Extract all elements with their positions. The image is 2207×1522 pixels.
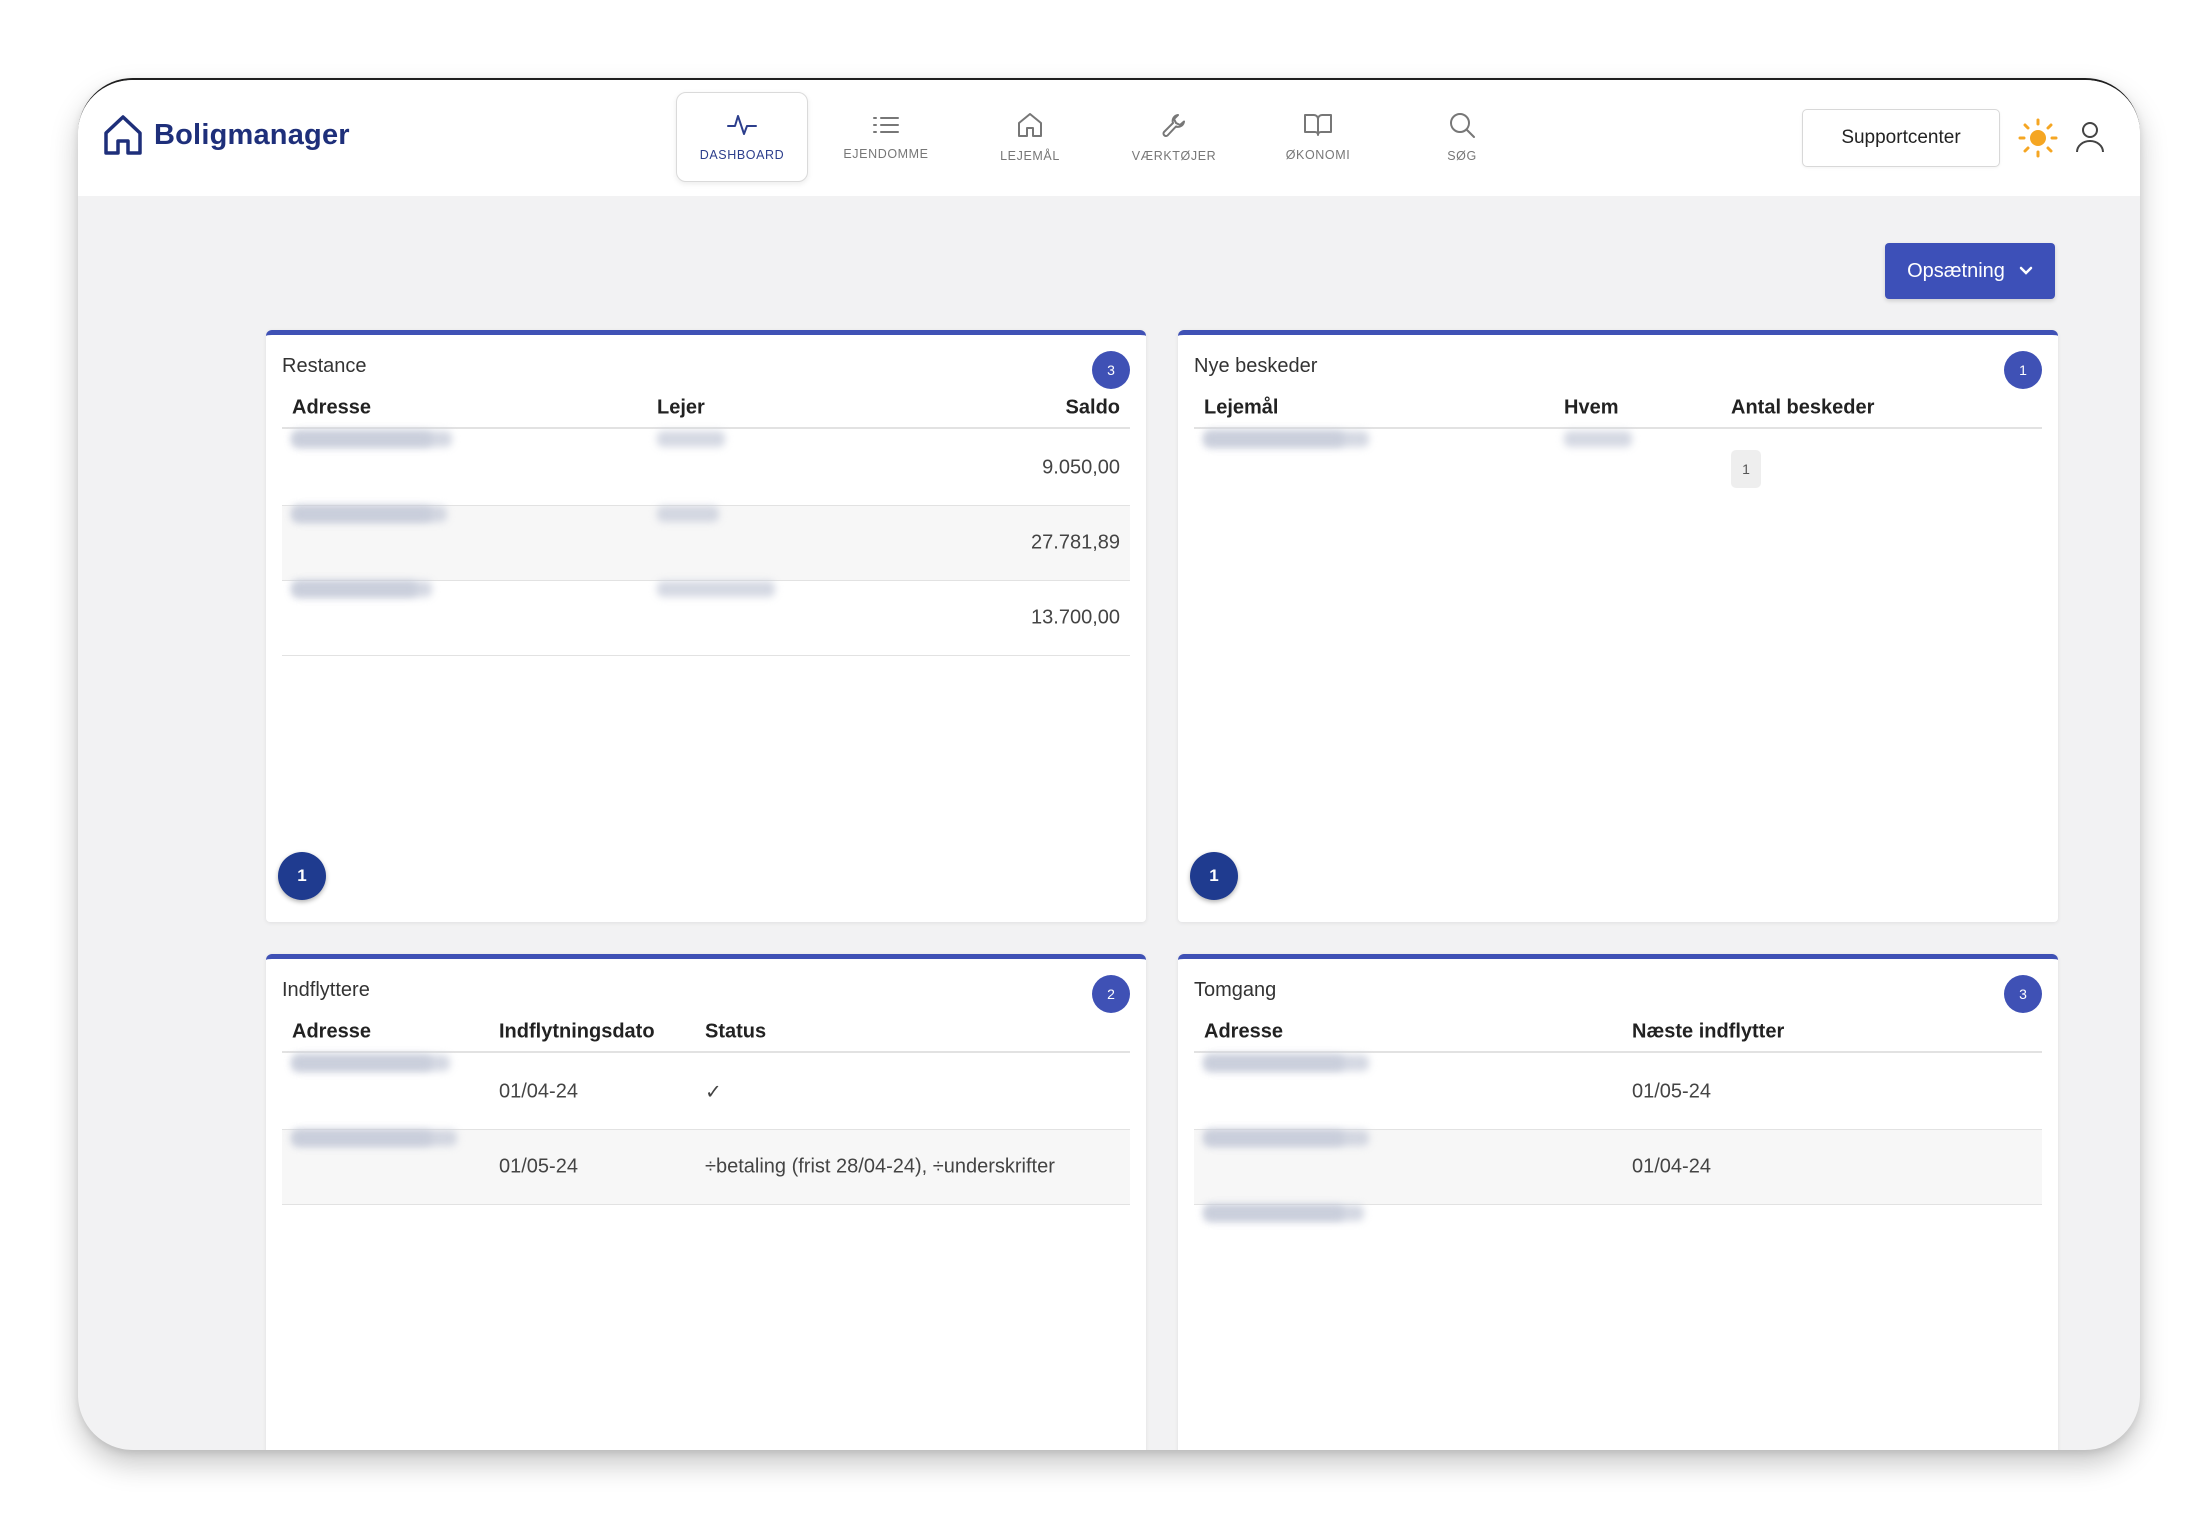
beskeder-table-header: Lejemål Hvem Antal beskeder — [1194, 389, 2042, 429]
restance-title: Restance — [282, 355, 367, 377]
blurred-address — [292, 431, 432, 447]
house-icon — [1018, 113, 1042, 137]
app-window: Boligmanager DASHBOARD EJENDOMME LEJEMÅL… — [78, 78, 2140, 1450]
saldo-value: 9.050,00 — [1042, 456, 1120, 479]
search-icon — [1450, 113, 1475, 138]
brand-logo[interactable]: Boligmanager — [102, 110, 350, 160]
tomgang-count-badge: 3 — [2004, 975, 2042, 1013]
nye-beskeder-count-badge: 1 — [2004, 351, 2042, 389]
table-row[interactable]: 1 — [1194, 431, 2042, 506]
nav-soeg[interactable]: SØG — [1396, 92, 1528, 182]
col-lejer: Lejer — [657, 396, 705, 419]
nye-beskeder-title: Nye beskeder — [1194, 355, 1318, 377]
nav-oekonomi-label: ØKONOMI — [1285, 148, 1351, 162]
blurred-address — [292, 581, 432, 597]
table-row[interactable] — [1194, 1205, 2042, 1280]
message-count-chip: 1 — [1731, 449, 1761, 488]
pagination-page-button[interactable]: 1 — [278, 852, 326, 900]
table-row[interactable]: 13.700,00 — [282, 581, 1130, 656]
blurred-address — [292, 506, 432, 522]
tomgang-card: Tomgang 3 Adresse Næste indflytter 01/05… — [1178, 954, 2058, 1450]
tomgang-table-header: Adresse Næste indflytter — [1194, 1013, 2042, 1053]
nav-lejemaal-label: LEJEMÅL — [1000, 149, 1060, 163]
col-hvem: Hvem — [1564, 396, 1619, 419]
saldo-value: 27.781,89 — [1031, 531, 1120, 554]
list-icon — [873, 117, 899, 133]
table-row[interactable]: 01/04-24 ✓ — [282, 1055, 1130, 1130]
status-text: ÷betaling (frist 28/04-24), ÷underskrift… — [705, 1155, 1055, 1178]
opsaetning-dropdown-button[interactable]: Opsætning — [1885, 243, 2055, 299]
col-adresse: Adresse — [292, 396, 371, 419]
nav-oekonomi[interactable]: ØKONOMI — [1252, 92, 1384, 182]
saldo-value: 13.700,00 — [1031, 606, 1120, 629]
brand-name: Boligmanager — [154, 118, 350, 151]
indflytningsdato-value: 01/04-24 — [499, 1080, 578, 1103]
blurred-address — [1204, 1130, 1344, 1146]
indflyttere-count-badge: 2 — [1092, 975, 1130, 1013]
restance-count-badge: 3 — [1092, 351, 1130, 389]
restance-card: Restance 3 Adresse Lejer Saldo 9.050,00 … — [266, 330, 1146, 922]
top-bar: Boligmanager DASHBOARD EJENDOMME LEJEMÅL… — [78, 80, 2140, 196]
col-adresse: Adresse — [292, 1020, 371, 1043]
nav-dashboard[interactable]: DASHBOARD — [676, 92, 808, 182]
nav-ejendomme-label: EJENDOMME — [843, 147, 929, 161]
table-row[interactable]: 27.781,89 — [282, 506, 1130, 581]
tomgang-title: Tomgang — [1194, 979, 1277, 1001]
indflyttere-card: Indflyttere 2 Adresse Indflytningsdato S… — [266, 954, 1146, 1450]
nav-soeg-label: SØG — [1447, 149, 1477, 163]
col-antal-beskeder: Antal beskeder — [1731, 396, 1875, 419]
indflytningsdato-value: 01/05-24 — [499, 1155, 578, 1178]
col-status: Status — [705, 1020, 767, 1043]
blurred-address — [292, 1055, 432, 1071]
user-icon[interactable] — [2074, 120, 2106, 154]
status-check-icon: ✓ — [705, 1081, 722, 1104]
col-adresse: Adresse — [1204, 1020, 1283, 1043]
blurred-address — [1204, 1055, 1344, 1071]
blurred-tenant — [657, 581, 775, 597]
wrench-icon — [1162, 114, 1185, 137]
nav-vaerktoejer[interactable]: VÆRKTØJER — [1108, 92, 1240, 182]
restance-table-header: Adresse Lejer Saldo — [282, 389, 1130, 429]
book-icon — [1304, 114, 1332, 136]
sun-icon[interactable] — [2018, 118, 2058, 158]
indflyttere-table-header: Adresse Indflytningsdato Status — [282, 1013, 1130, 1053]
supportcenter-button[interactable]: Supportcenter — [1802, 109, 2000, 167]
naeste-indflytter-value: 01/05-24 — [1632, 1080, 1711, 1103]
blurred-address — [292, 1130, 432, 1146]
col-saldo: Saldo — [1065, 396, 1120, 419]
blurred-address — [1204, 431, 1344, 447]
col-naeste-indflytter: Næste indflytter — [1632, 1020, 1785, 1043]
pagination-page-button[interactable]: 1 — [1190, 852, 1238, 900]
col-lejemaal: Lejemål — [1204, 396, 1279, 419]
blurred-tenant — [657, 506, 719, 522]
chevron-down-icon — [2019, 266, 2033, 275]
blurred-tenant — [657, 431, 725, 447]
col-indflytningsdato: Indflytningsdato — [499, 1020, 655, 1043]
blurred-sender — [1564, 431, 1632, 447]
activity-icon — [727, 115, 757, 135]
main-nav: DASHBOARD EJENDOMME LEJEMÅL VÆRKTØJER ØK… — [676, 92, 1540, 182]
nav-dashboard-label: DASHBOARD — [699, 148, 785, 162]
blurred-address — [1204, 1205, 1344, 1221]
nav-vaerktoejer-label: VÆRKTØJER — [1131, 149, 1217, 163]
table-row[interactable]: 01/05-24 — [1194, 1055, 2042, 1130]
nav-ejendomme[interactable]: EJENDOMME — [820, 92, 952, 182]
table-row[interactable]: 9.050,00 — [282, 431, 1130, 506]
indflyttere-title: Indflyttere — [282, 979, 370, 1001]
table-row[interactable]: 01/05-24 ÷betaling (frist 28/04-24), ÷un… — [282, 1130, 1130, 1205]
opsaetning-label: Opsætning — [1907, 259, 2005, 282]
table-row[interactable]: 01/04-24 — [1194, 1130, 2042, 1205]
nav-lejemaal[interactable]: LEJEMÅL — [964, 92, 1096, 182]
house-logo-icon — [104, 115, 142, 155]
naeste-indflytter-value: 01/04-24 — [1632, 1155, 1711, 1178]
nye-beskeder-card: Nye beskeder 1 Lejemål Hvem Antal besked… — [1178, 330, 2058, 922]
